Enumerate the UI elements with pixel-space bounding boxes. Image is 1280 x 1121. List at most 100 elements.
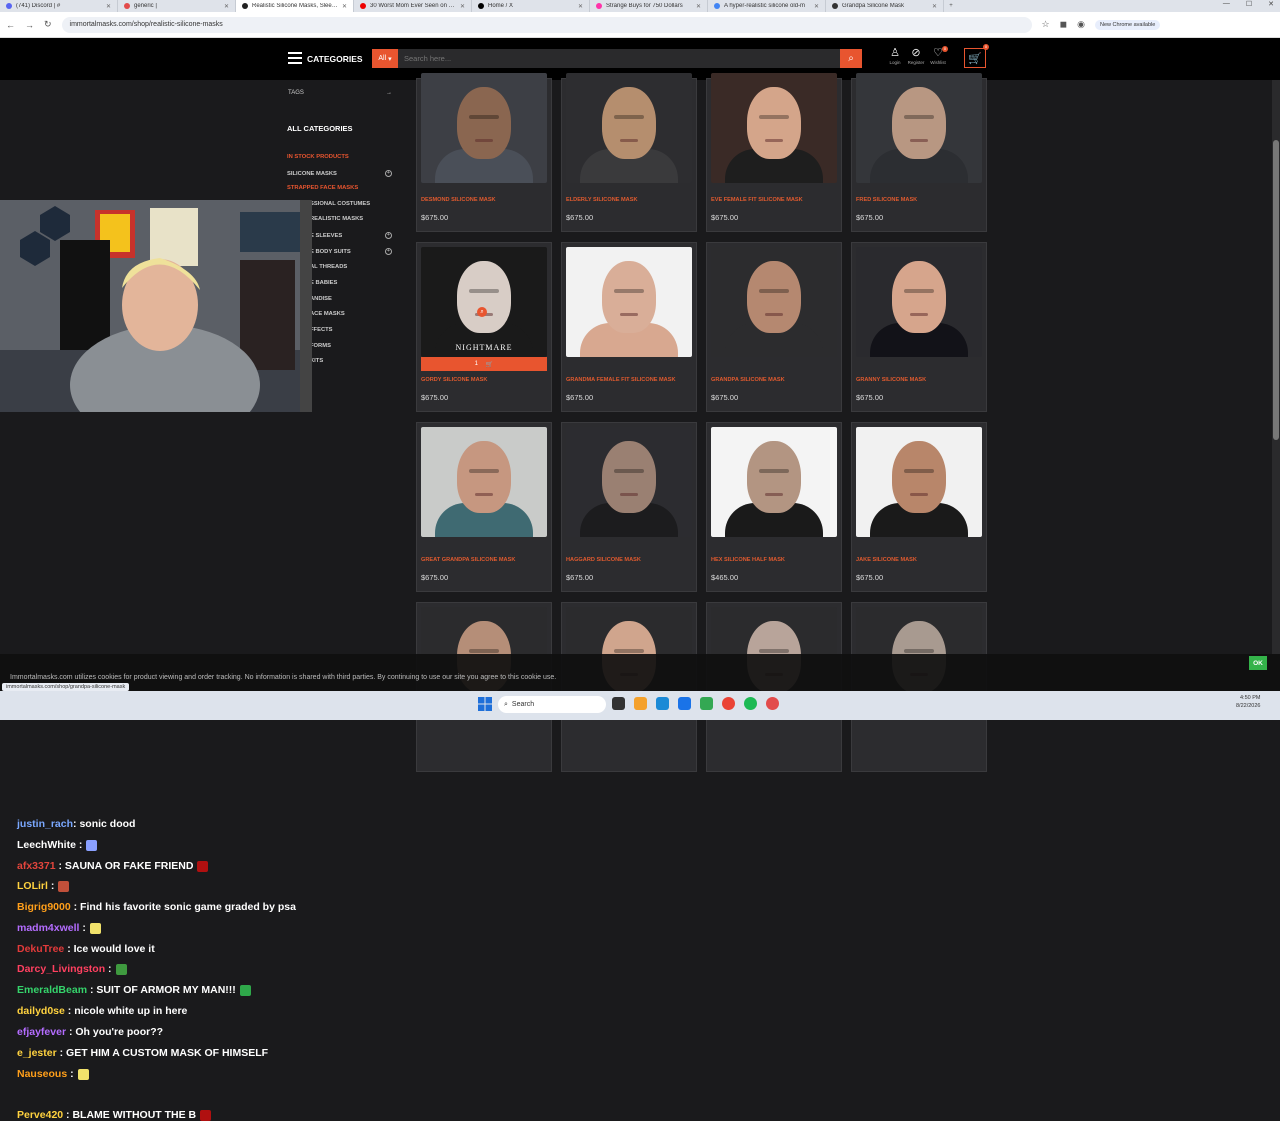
product-image[interactable] (566, 247, 692, 357)
product-card[interactable]: HEX SILICONE HALF MASK $465.00 (706, 422, 842, 592)
chat-username[interactable]: Nauseous (17, 1068, 67, 1080)
expand-plus-icon[interactable]: + (385, 170, 392, 177)
product-name[interactable]: DESMOND SILICONE MASK (421, 197, 496, 203)
product-image[interactable] (566, 427, 692, 537)
login-button[interactable]: ♙ Login (885, 46, 905, 65)
product-card[interactable]: JAKE SILICONE MASK $675.00 (851, 422, 987, 592)
search-button[interactable]: ⌕ (840, 49, 862, 68)
chat-username[interactable]: dailyd0se (17, 1005, 65, 1017)
tab-close-icon[interactable]: ✕ (224, 3, 229, 10)
tab-close-icon[interactable]: ✕ (696, 3, 701, 10)
tags-toggle[interactable]: TAGS → (288, 90, 392, 96)
product-card[interactable]: ELDERLY SILICONE MASK $675.00 (561, 73, 697, 232)
cart-icon[interactable]: 🛒 (486, 361, 493, 368)
product-image[interactable] (566, 73, 692, 183)
mail-icon[interactable] (700, 697, 713, 710)
scrollbar-thumb[interactable] (1273, 140, 1279, 440)
chrome-icon[interactable] (722, 697, 735, 710)
sidebar-item[interactable]: SILICONE MASKS + (287, 170, 392, 177)
spotify-icon[interactable] (744, 697, 757, 710)
browser-tab[interactable]: Strange Buys for 750 Dollars ✕ (590, 0, 708, 12)
cart-button[interactable]: 🛒 (964, 48, 986, 68)
product-name[interactable]: GRANDMA FEMALE FIT SILICONE MASK (566, 377, 676, 383)
chat-username[interactable]: Perve420 (17, 1109, 63, 1121)
product-card[interactable]: GREAT GRANDPA SILICONE MASK $675.00 (416, 422, 552, 592)
sidebar-item[interactable]: AL THREADS (310, 264, 392, 270)
product-card[interactable]: GRANDMA FEMALE FIT SILICONE MASK $675.00 (561, 242, 697, 412)
store-icon[interactable] (678, 697, 691, 710)
product-name[interactable]: GREAT GRANDPA SILICONE MASK (421, 557, 515, 563)
sidebar-item[interactable]: SSIONAL COSTUMES (310, 201, 392, 207)
profile-icon[interactable]: ◉ (1077, 19, 1085, 30)
browser-tab[interactable]: generic | ✕ (118, 0, 236, 12)
hamburger-menu-icon[interactable] (288, 52, 302, 64)
product-image[interactable] (421, 73, 547, 183)
tab-close-icon[interactable]: ✕ (932, 3, 937, 10)
zoom-icon[interactable]: ⌕ (477, 307, 487, 317)
chat-username[interactable]: EmeraldBeam (17, 984, 87, 996)
product-card[interactable]: FRED SILICONE MASK $675.00 (851, 73, 987, 232)
product-name[interactable]: JAKE SILICONE MASK (856, 557, 917, 563)
product-image[interactable] (711, 427, 837, 537)
sidebar-item[interactable]: E BODY SUITS + (310, 248, 392, 255)
close-icon[interactable]: ✕ (1268, 0, 1274, 8)
tab-close-icon[interactable]: ✕ (342, 3, 347, 10)
product-name[interactable]: GRANNY SILICONE MASK (856, 377, 926, 383)
tab-close-icon[interactable]: ✕ (578, 3, 583, 10)
file-explorer-icon[interactable] (634, 697, 647, 710)
product-image[interactable] (856, 247, 982, 357)
chat-username[interactable]: afx3371 (17, 860, 56, 872)
product-card[interactable]: DESMOND SILICONE MASK $675.00 (416, 73, 552, 232)
product-card[interactable]: GRANDPA SILICONE MASK $675.00 (706, 242, 842, 412)
product-name[interactable]: FRED SILICONE MASK (856, 197, 917, 203)
add-to-cart-bar[interactable]: 1 🛒 (421, 357, 547, 371)
url-field[interactable]: immortalmasks.com/shop/realistic-silicon… (61, 16, 1032, 33)
system-clock[interactable]: 4:50 PM 8/22/2026 (1236, 694, 1260, 710)
chat-username[interactable]: LeechWhite (17, 839, 76, 851)
sidebar-item[interactable]: REALISTIC MASKS (310, 216, 392, 222)
sidebar-item[interactable]: KITS (310, 358, 392, 364)
product-name[interactable]: EVE FEMALE FIT SILICONE MASK (711, 197, 803, 203)
chat-username[interactable]: e_jester (17, 1047, 57, 1059)
browser-tab[interactable]: Home / X ✕ (472, 0, 590, 12)
chat-username[interactable]: Bigrig9000 (17, 901, 71, 913)
minimize-icon[interactable]: — (1223, 0, 1230, 8)
quantity-value[interactable]: 1 (475, 361, 478, 367)
expand-plus-icon[interactable]: + (385, 232, 392, 239)
browser-tab[interactable]: (741) Discord | # ✕ (0, 0, 118, 12)
register-button[interactable]: ⊘ Register (906, 46, 926, 65)
back-icon[interactable]: ← (6, 20, 15, 30)
chrome-update-button[interactable]: New Chrome available (1094, 19, 1161, 30)
browser-tab[interactable]: 30 Worst Mom Ever Seen on TV ✕ (354, 0, 472, 12)
taskbar-search[interactable]: ⌕ Search (498, 696, 606, 713)
product-name[interactable]: GRANDPA SILICONE MASK (711, 377, 785, 383)
bookmark-star-icon[interactable]: ☆ (1042, 19, 1050, 30)
extension-icon[interactable]: ◼ (1060, 19, 1067, 30)
product-card[interactable]: GRANNY SILICONE MASK $675.00 (851, 242, 987, 412)
product-name[interactable]: HEX SILICONE HALF MASK (711, 557, 785, 563)
product-card[interactable]: HAGGARD SILICONE MASK $675.00 (561, 422, 697, 592)
product-image[interactable] (856, 73, 982, 183)
chat-username[interactable]: LOLirl (17, 880, 48, 892)
product-image[interactable] (711, 73, 837, 183)
categories-button[interactable]: CATEGORIES (307, 54, 363, 64)
sidebar-item[interactable]: FFECTS (310, 327, 392, 333)
product-name[interactable]: GORDY SILICONE MASK (421, 377, 487, 383)
sidebar-item[interactable]: ACE MASKS (310, 311, 392, 317)
sidebar-item[interactable]: STRAPPED FACE MASKS (287, 185, 392, 191)
forward-icon[interactable]: → (25, 20, 34, 30)
product-image[interactable] (856, 427, 982, 537)
chat-username[interactable]: DekuTree (17, 943, 64, 955)
search-scope-dropdown[interactable]: All ▾ (372, 49, 398, 68)
tab-close-icon[interactable]: ✕ (460, 3, 465, 10)
browser-tab[interactable]: Grandpa Silicone Mask ✕ (826, 0, 944, 12)
task-view-icon[interactable] (612, 697, 625, 710)
product-card[interactable]: EVE FEMALE FIT SILICONE MASK $675.00 (706, 73, 842, 232)
chat-username[interactable]: efjayfever (17, 1026, 66, 1038)
sidebar-item[interactable]: ANDISE (310, 296, 392, 302)
chat-username[interactable]: madm4xwell (17, 922, 79, 934)
sidebar-item[interactable]: E SLEEVES + (310, 232, 392, 239)
chat-username[interactable]: Darcy_Livingston (17, 963, 105, 975)
chat-username[interactable]: justin_rach (17, 818, 73, 830)
product-image[interactable]: NIGHTMARE (421, 247, 547, 357)
